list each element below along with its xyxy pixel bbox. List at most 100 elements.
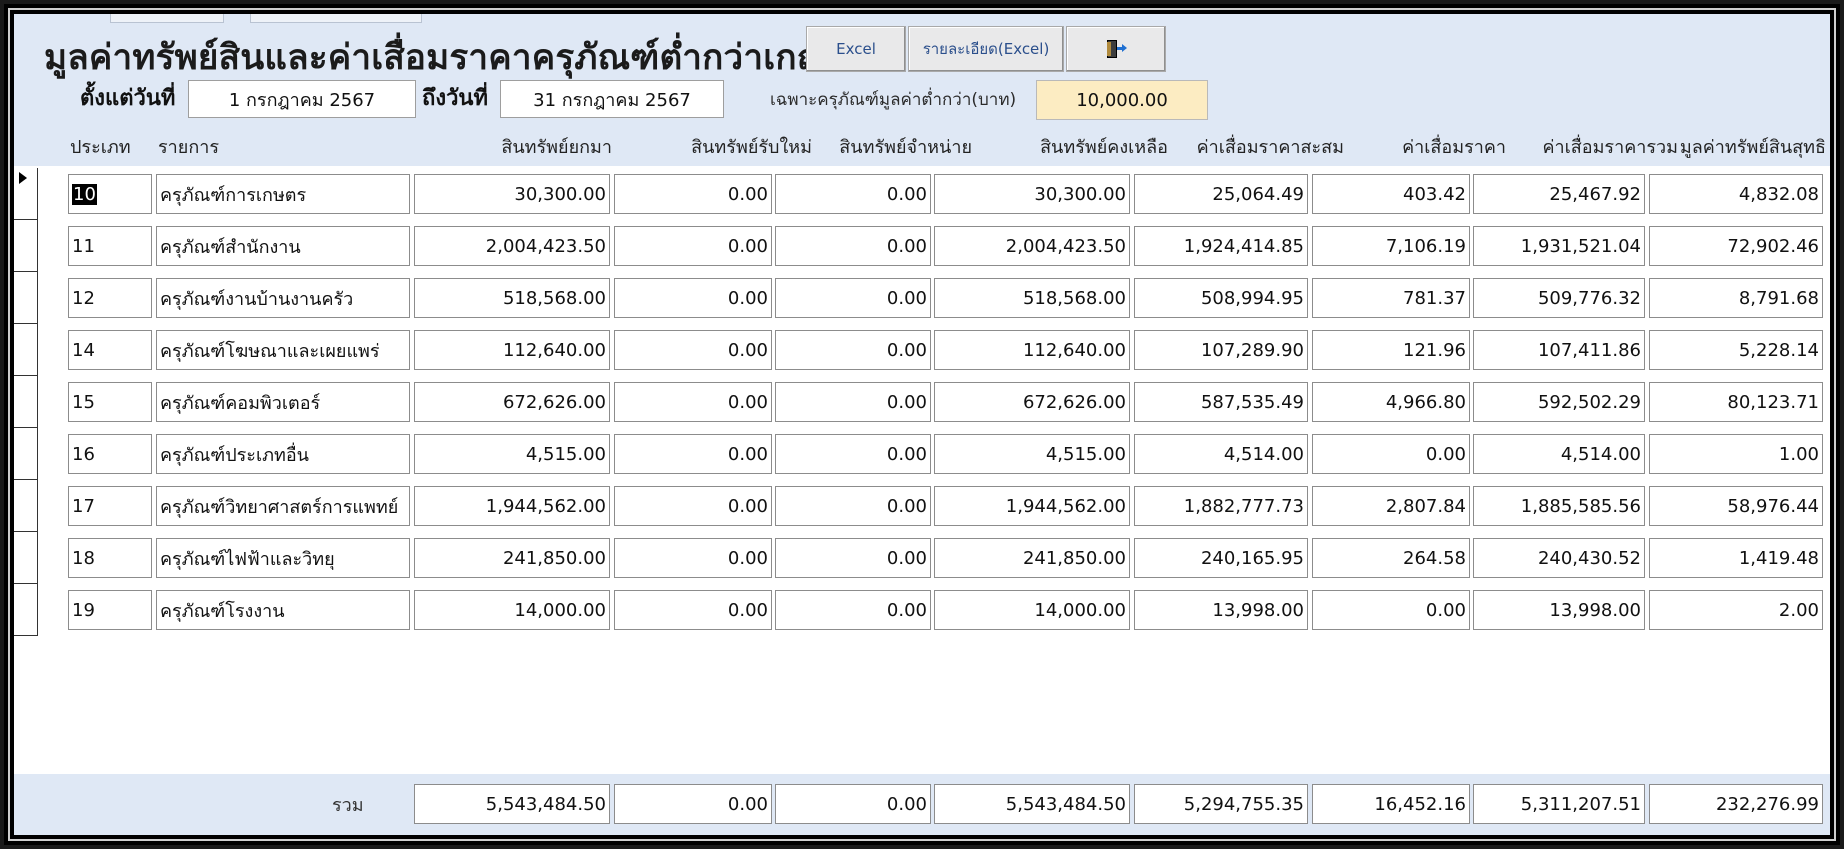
cell-accum-depreciation[interactable]: 107,289.90 bbox=[1134, 330, 1308, 370]
cell-net-value[interactable]: 8,791.68 bbox=[1649, 278, 1823, 318]
total-received[interactable]: 0.00 bbox=[614, 784, 772, 824]
cell-type-code[interactable]: 10 bbox=[68, 174, 152, 214]
cell-brought-forward[interactable]: 672,626.00 bbox=[414, 382, 610, 422]
table-row[interactable]: 16 ครุภัณฑ์ประเภทอื่น 4,515.00 0.00 0.00 4,51… bbox=[14, 428, 1830, 480]
cell-remaining[interactable]: 30,300.00 bbox=[934, 174, 1130, 214]
cell-accum-depreciation[interactable]: 1,882,777.73 bbox=[1134, 486, 1308, 526]
table-row[interactable]: 18 ครุภัณฑ์ไฟฟ้าและวิทยุ 241,850.00 0.00 0.0… bbox=[14, 532, 1830, 584]
cell-total-depreciation[interactable]: 25,467.92 bbox=[1473, 174, 1645, 214]
cell-type-code[interactable]: 12 bbox=[68, 278, 152, 318]
cell-net-value[interactable]: 58,976.44 bbox=[1649, 486, 1823, 526]
cell-remaining[interactable]: 14,000.00 bbox=[934, 590, 1130, 630]
cell-disposed[interactable]: 0.00 bbox=[775, 278, 931, 318]
total-brought-forward[interactable]: 5,543,484.50 bbox=[414, 784, 610, 824]
cell-type-code[interactable]: 16 bbox=[68, 434, 152, 474]
cell-total-depreciation[interactable]: 4,514.00 bbox=[1473, 434, 1645, 474]
exit-button[interactable] bbox=[1066, 26, 1166, 72]
record-selector[interactable] bbox=[14, 168, 38, 220]
cell-item-name[interactable]: ครุภัณฑ์ไฟฟ้าและวิทยุ bbox=[156, 538, 410, 578]
record-selector[interactable] bbox=[14, 480, 38, 532]
total-disposed[interactable]: 0.00 bbox=[775, 784, 931, 824]
cell-item-name[interactable]: ครุภัณฑ์โรงงาน bbox=[156, 590, 410, 630]
cell-received[interactable]: 0.00 bbox=[614, 434, 772, 474]
form-tab-right[interactable] bbox=[250, 14, 422, 23]
cell-accum-depreciation[interactable]: 13,998.00 bbox=[1134, 590, 1308, 630]
cell-brought-forward[interactable]: 14,000.00 bbox=[414, 590, 610, 630]
cell-depreciation[interactable]: 0.00 bbox=[1312, 590, 1470, 630]
cell-received[interactable]: 0.00 bbox=[614, 278, 772, 318]
cell-brought-forward[interactable]: 2,004,423.50 bbox=[414, 226, 610, 266]
cell-received[interactable]: 0.00 bbox=[614, 330, 772, 370]
cell-accum-depreciation[interactable]: 240,165.95 bbox=[1134, 538, 1308, 578]
cell-total-depreciation[interactable]: 1,931,521.04 bbox=[1473, 226, 1645, 266]
cell-total-depreciation[interactable]: 240,430.52 bbox=[1473, 538, 1645, 578]
record-selector[interactable] bbox=[14, 376, 38, 428]
cell-type-code[interactable]: 14 bbox=[68, 330, 152, 370]
table-row[interactable]: 11 ครุภัณฑ์สำนักงาน 2,004,423.50 0.00 0.00 2,… bbox=[14, 220, 1830, 272]
cell-received[interactable]: 0.00 bbox=[614, 382, 772, 422]
record-selector[interactable] bbox=[14, 272, 38, 324]
cell-remaining[interactable]: 1,944,562.00 bbox=[934, 486, 1130, 526]
cell-item-name[interactable]: ครุภัณฑ์ประเภทอื่น bbox=[156, 434, 410, 474]
cell-type-code[interactable]: 15 bbox=[68, 382, 152, 422]
cell-net-value[interactable]: 1,419.48 bbox=[1649, 538, 1823, 578]
cell-disposed[interactable]: 0.00 bbox=[775, 538, 931, 578]
cell-depreciation[interactable]: 403.42 bbox=[1312, 174, 1470, 214]
cell-disposed[interactable]: 0.00 bbox=[775, 174, 931, 214]
record-selector[interactable] bbox=[14, 428, 38, 480]
cell-total-depreciation[interactable]: 107,411.86 bbox=[1473, 330, 1645, 370]
cell-received[interactable]: 0.00 bbox=[614, 590, 772, 630]
cell-total-depreciation[interactable]: 1,885,585.56 bbox=[1473, 486, 1645, 526]
cell-depreciation[interactable]: 121.96 bbox=[1312, 330, 1470, 370]
cell-accum-depreciation[interactable]: 4,514.00 bbox=[1134, 434, 1308, 474]
cell-depreciation[interactable]: 7,106.19 bbox=[1312, 226, 1470, 266]
cell-total-depreciation[interactable]: 509,776.32 bbox=[1473, 278, 1645, 318]
cell-received[interactable]: 0.00 bbox=[614, 226, 772, 266]
cell-accum-depreciation[interactable]: 25,064.49 bbox=[1134, 174, 1308, 214]
cell-brought-forward[interactable]: 518,568.00 bbox=[414, 278, 610, 318]
cell-received[interactable]: 0.00 bbox=[614, 538, 772, 578]
total-accum-depreciation[interactable]: 5,294,755.35 bbox=[1134, 784, 1308, 824]
total-net-value[interactable]: 232,276.99 bbox=[1649, 784, 1823, 824]
excel-button[interactable]: Excel bbox=[806, 26, 906, 72]
cell-total-depreciation[interactable]: 13,998.00 bbox=[1473, 590, 1645, 630]
cell-item-name[interactable]: ครุภัณฑ์คอมพิวเตอร์ bbox=[156, 382, 410, 422]
cell-item-name[interactable]: ครุภัณฑ์สำนักงาน bbox=[156, 226, 410, 266]
cell-disposed[interactable]: 0.00 bbox=[775, 382, 931, 422]
table-row[interactable]: 17 ครุภัณฑ์วิทยาศาสตร์การแพทย์ 1,944,562.0… bbox=[14, 480, 1830, 532]
record-selector[interactable] bbox=[14, 220, 38, 272]
cell-type-code[interactable]: 17 bbox=[68, 486, 152, 526]
cell-remaining[interactable]: 518,568.00 bbox=[934, 278, 1130, 318]
cell-item-name[interactable]: ครุภัณฑ์โฆษณาและเผยแพร่ bbox=[156, 330, 410, 370]
cell-disposed[interactable]: 0.00 bbox=[775, 590, 931, 630]
cell-total-depreciation[interactable]: 592,502.29 bbox=[1473, 382, 1645, 422]
table-row[interactable]: 14 ครุภัณฑ์โฆษณาและเผยแพร่ 112,640.00 0.00 0… bbox=[14, 324, 1830, 376]
form-tab-left[interactable] bbox=[110, 14, 224, 23]
cell-depreciation[interactable]: 2,807.84 bbox=[1312, 486, 1470, 526]
cell-type-code[interactable]: 18 bbox=[68, 538, 152, 578]
total-total-depreciation[interactable]: 5,311,207.51 bbox=[1473, 784, 1645, 824]
cell-depreciation[interactable]: 264.58 bbox=[1312, 538, 1470, 578]
record-selector[interactable] bbox=[14, 532, 38, 584]
table-row[interactable]: 12 ครุภัณฑ์งานบ้านงานครัว 518,568.00 0.00 0.… bbox=[14, 272, 1830, 324]
cell-depreciation[interactable]: 781.37 bbox=[1312, 278, 1470, 318]
cell-disposed[interactable]: 0.00 bbox=[775, 434, 931, 474]
total-remaining[interactable]: 5,543,484.50 bbox=[934, 784, 1130, 824]
total-depreciation[interactable]: 16,452.16 bbox=[1312, 784, 1470, 824]
detail-excel-button[interactable]: รายละเอียด(Excel) bbox=[908, 26, 1064, 72]
cell-accum-depreciation[interactable]: 508,994.95 bbox=[1134, 278, 1308, 318]
cell-type-code[interactable]: 11 bbox=[68, 226, 152, 266]
cell-disposed[interactable]: 0.00 bbox=[775, 330, 931, 370]
cell-net-value[interactable]: 2.00 bbox=[1649, 590, 1823, 630]
cell-remaining[interactable]: 4,515.00 bbox=[934, 434, 1130, 474]
cell-received[interactable]: 0.00 bbox=[614, 486, 772, 526]
cell-brought-forward[interactable]: 1,944,562.00 bbox=[414, 486, 610, 526]
cell-brought-forward[interactable]: 241,850.00 bbox=[414, 538, 610, 578]
table-row[interactable]: 19 ครุภัณฑ์โรงงาน 14,000.00 0.00 0.00 14,000.… bbox=[14, 584, 1830, 636]
cell-disposed[interactable]: 0.00 bbox=[775, 226, 931, 266]
cell-type-code[interactable]: 19 bbox=[68, 590, 152, 630]
to-date-field[interactable]: 31 กรกฎาคม 2567 bbox=[500, 80, 724, 118]
cell-depreciation[interactable]: 0.00 bbox=[1312, 434, 1470, 474]
cell-brought-forward[interactable]: 30,300.00 bbox=[414, 174, 610, 214]
cell-remaining[interactable]: 112,640.00 bbox=[934, 330, 1130, 370]
